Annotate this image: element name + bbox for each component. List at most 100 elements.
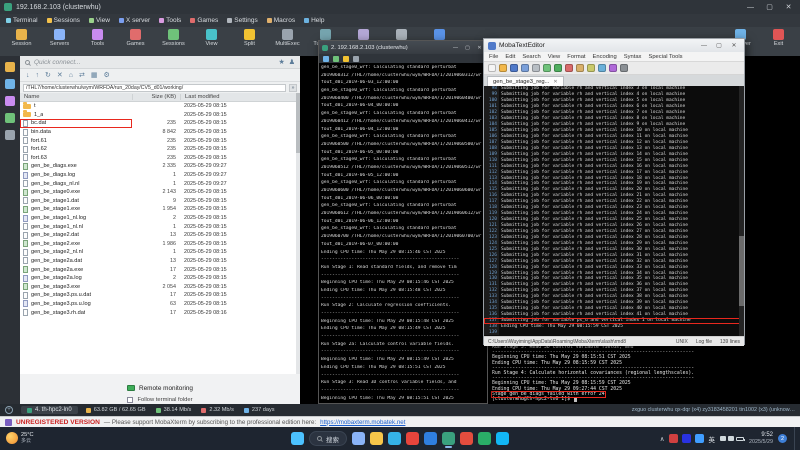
editor-close-button[interactable]: ✕ [728,42,740,49]
editor-menu-encoding[interactable]: Encoding [593,54,617,60]
save-all-icon[interactable] [521,64,529,72]
file-row[interactable]: bin.data8 8422025-05-29 08:15 [20,128,296,137]
wps-icon[interactable] [460,432,473,445]
follow-checkbox[interactable] [127,397,133,403]
file-row[interactable]: gen_be_stage2_nl.nl12025-05-29 08:15 [20,248,296,257]
task-view-icon[interactable] [352,432,365,445]
menu-tools[interactable]: Tools [159,17,181,24]
wechat-icon[interactable] [478,432,491,445]
column-size[interactable]: Size (KB) [132,94,180,100]
netdisk-icon[interactable] [695,434,704,443]
sftp-panel-icon[interactable] [5,79,15,89]
menu-games[interactable]: Games [190,17,218,24]
path-input[interactable]: /THL7/home/clusterwhu/wym/WRFDA/run_20da… [23,84,286,92]
undo-icon[interactable] [543,64,551,72]
mobaxterm-icon[interactable] [442,432,455,445]
file-row[interactable]: bc.dat2352025-05-29 08:15 [20,119,296,128]
baidu-icon[interactable] [682,434,691,443]
session-tab[interactable]: 4. th-hpc2-ln0 [21,406,78,414]
session-button[interactable]: Session [4,29,39,47]
editor-tab[interactable]: gen_be_stage3_reg... ✕ [487,76,564,86]
file-row[interactable]: gen_be_stage1_nl.log22025-05-29 08:15 [20,214,296,223]
file-row[interactable]: gen_be_diags.exe2 3352025-05-29 09:27 [20,162,296,171]
user-icon[interactable]: ♟ [289,59,295,66]
file-row[interactable]: gen_be_stage2.dat132025-05-29 08:15 [20,231,296,240]
terminal2-window[interactable]: 2. 192.168.2.103 (clusterwhu) — ▢ ✕ gen_… [318,40,488,404]
maximize-button[interactable]: ▢ [762,3,777,11]
file-row[interactable]: t2025-05-29 08:15 [20,102,296,111]
terminal2-minimize-button[interactable]: — [451,45,460,51]
menu-help[interactable]: Help [304,17,324,24]
file-row[interactable]: gen_be_stage3.rh.dat172025-05-29 08:16 [20,308,296,317]
editor-menu-edit[interactable]: Edit [505,54,515,60]
menu-x-server[interactable]: X server [119,17,150,24]
qq-icon[interactable] [496,432,509,445]
weather-widget[interactable]: 25°C 多云 [0,432,40,444]
file-row[interactable]: gen_be_stage0.exe2 1432025-05-29 08:15 [20,188,296,197]
games-button[interactable]: Games [118,29,153,47]
profile-panel-icon[interactable] [5,130,15,140]
notification-badge[interactable]: 2 [778,434,787,443]
tools-panel-icon[interactable] [5,113,15,123]
edge-icon[interactable] [388,432,401,445]
chrome-icon[interactable] [406,432,419,445]
follow-terminal-folder[interactable]: Follow terminal folder [20,396,300,404]
mobatexteditor-window[interactable]: MobaTextEditor — ▢ ✕ FileEditSearchViewF… [483,38,745,345]
file-row[interactable]: gen_be_stage1.dat92025-05-29 08:15 [20,197,296,206]
register-link[interactable]: https://mobaxterm.mobatek.net [320,419,405,426]
file-row[interactable]: gen_be_diags.log12025-05-29 09:27 [20,171,296,180]
tab-close-icon[interactable]: ✕ [553,79,557,85]
macros-panel-icon[interactable] [5,96,15,106]
quick-connect[interactable]: Quick connect... ★ ♟ [20,56,300,69]
quick-connect-input[interactable]: Quick connect... [34,59,81,66]
file-row[interactable]: gen_be_stage2a.exe172025-05-29 08:15 [20,265,296,274]
save-icon[interactable] [510,64,518,72]
folder-sync-icon[interactable]: ⇄ [79,72,85,79]
youdao-icon[interactable] [669,434,678,443]
multiexec-button[interactable]: MultiExec [270,29,305,47]
column-name[interactable]: Name [20,94,132,100]
menu-view[interactable]: View [89,17,110,24]
ssh-tab-icon[interactable] [333,56,339,62]
store-icon[interactable] [424,432,437,445]
system-tray-icons[interactable] [720,436,744,441]
split-view-icon[interactable] [343,56,349,62]
new-tab-icon[interactable]: + [5,406,13,414]
sessions-button[interactable]: Sessions [156,29,191,47]
find-icon[interactable] [598,64,606,72]
file-row[interactable]: gen_be_stage2.exe1 9862025-05-29 08:15 [20,240,296,249]
editor-menu-format[interactable]: Format [567,54,585,60]
file-row[interactable]: gen_be_stage1_nl.nl12025-05-29 08:15 [20,222,296,231]
star-icon[interactable]: ★ [278,59,284,66]
editor-menu-file[interactable]: File [489,54,498,60]
file-row[interactable]: gen_be_stage3.exe2 0542025-05-29 08:15 [20,282,296,291]
new-session-icon[interactable] [323,56,329,62]
ime-indicator[interactable]: 英 [709,434,716,444]
upload-icon[interactable]: ↑ [36,72,40,79]
menu-sessions[interactable]: Sessions [47,17,80,24]
menu-settings[interactable]: Settings [227,17,258,24]
editor-maximize-button[interactable]: ▢ [713,42,725,49]
file-row[interactable]: fort.612352025-05-29 08:15 [20,136,296,145]
redo-icon[interactable] [554,64,562,72]
new-file-icon[interactable] [488,64,496,72]
cut-icon[interactable] [565,64,573,72]
view-button[interactable]: View [194,29,229,47]
file-row[interactable]: fort.632352025-05-29 08:15 [20,154,296,163]
remote-monitoring-button[interactable]: Remote monitoring [20,382,300,394]
terminal2-maximize-button[interactable]: ▢ [463,45,472,51]
home-icon[interactable]: ⌂ [69,72,73,79]
go-path-icon[interactable]: » [289,84,297,92]
file-row[interactable]: gen_be_stage1.exe1 9542025-05-29 08:15 [20,205,296,214]
download-icon[interactable]: ↓ [26,72,30,79]
split-button[interactable]: Split [232,29,267,47]
file-row[interactable]: gen_be_diags_nl.nl12025-05-29 09:27 [20,179,296,188]
refresh-icon[interactable]: ↻ [45,72,51,79]
tools-button[interactable]: Tools [80,29,115,47]
menu-terminal[interactable]: Terminal [6,17,38,24]
file-row[interactable]: gen_be_stage2a.log22025-05-29 08:15 [20,274,296,283]
sftp-settings-icon[interactable]: ⚙ [103,72,109,79]
syntax-icon[interactable] [609,64,617,72]
show-desktop-button[interactable] [794,427,796,450]
list-view-icon[interactable]: ▦ [91,72,98,79]
